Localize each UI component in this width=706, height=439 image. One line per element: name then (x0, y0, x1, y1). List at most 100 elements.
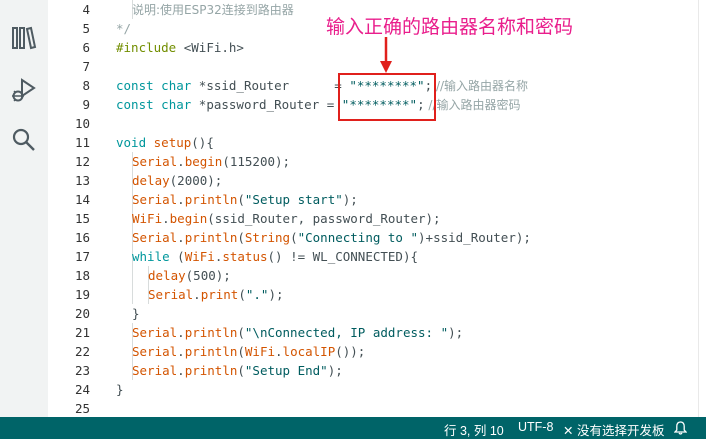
code-text: ( (238, 287, 246, 302)
line-number: 8 (82, 78, 90, 93)
line-number: 25 (74, 401, 90, 416)
code-line: WiFi.begin(ssid_Router, password_Router)… (132, 209, 441, 228)
code-text: ( (237, 325, 245, 340)
object-name: Serial (132, 363, 178, 378)
code-text: (2000); (169, 173, 223, 188)
string-literal: "." (245, 287, 269, 302)
code-line: } (132, 304, 140, 323)
line-number: 23 (74, 363, 90, 378)
code-line: Serial.print("."); (148, 285, 284, 304)
line-number: 5 (82, 21, 90, 36)
line-number: 13 (74, 173, 90, 188)
line-number: 12 (74, 154, 90, 169)
code-text: ( (237, 230, 245, 245)
function-name: println (184, 230, 238, 245)
code-line: delay(2000); (132, 171, 222, 190)
code-text: (115200); (222, 154, 291, 169)
function-name: println (184, 325, 238, 340)
code-text: ( (237, 344, 245, 359)
line-number: 15 (74, 211, 90, 226)
string-literal: "Connecting to " (297, 230, 419, 245)
code-text: } (132, 306, 140, 321)
code-text: () != WL_CONNECTED){ (267, 249, 419, 264)
code-text: . (177, 192, 185, 207)
code-line: Serial.println("Setup End"); (132, 361, 343, 380)
code-text: . (162, 211, 170, 226)
encoding-indicator[interactable]: UTF-8 (518, 420, 553, 434)
comment-text: */ (116, 21, 132, 36)
function-name: print (200, 287, 239, 302)
function-name: delay (132, 173, 170, 188)
code-text: . (177, 363, 185, 378)
code-text: } (116, 382, 124, 397)
string-literal: "Setup start" (244, 192, 343, 207)
code-text: ( (237, 192, 245, 207)
code-line: */ (116, 19, 131, 38)
board-selector[interactable]: ✕ 没有选择开发板 (563, 420, 664, 439)
search-icon[interactable] (10, 126, 38, 154)
cursor-position[interactable]: 行 3, 列 10 (444, 420, 504, 439)
line-number: 19 (74, 287, 90, 302)
code-text: (ssid_Router, password_Router); (207, 211, 441, 226)
code-line: Serial.println(String("Connecting to ")+… (132, 228, 531, 247)
comment-text: //输入路由器名称 (432, 79, 529, 93)
code-text: . (177, 230, 185, 245)
code-text: ); (448, 325, 464, 340)
code-text: ); (327, 363, 343, 378)
line-number: 24 (74, 382, 90, 397)
code-line: delay(500); (148, 266, 231, 285)
code-text: ); (342, 192, 358, 207)
line-number: 22 (74, 344, 90, 359)
code-line: #include <WiFi.h> (116, 38, 244, 57)
line-number: 7 (82, 59, 90, 74)
line-number: 14 (74, 192, 90, 207)
keyword: const (116, 97, 154, 112)
comment-text: //输入路由器密码 (424, 98, 521, 112)
object-name: Serial (132, 325, 178, 340)
keyword: while (132, 249, 170, 264)
function-name: begin (169, 211, 208, 226)
activity-bar (0, 0, 48, 417)
comment-text: 说明:使用ESP32连接到路由器 (132, 3, 294, 17)
function-name: println (184, 344, 238, 359)
keyword: char (161, 78, 192, 93)
code-text: (500); (185, 268, 231, 283)
line-number: 9 (82, 97, 90, 112)
code-line: Serial.println("\nConnected, IP address:… (132, 323, 463, 342)
keyword: const (116, 78, 154, 93)
line-number: 11 (74, 135, 90, 150)
object-name: Serial (132, 154, 178, 169)
function-name: println (184, 192, 238, 207)
code-text: ); (268, 287, 284, 302)
code-line: void setup(){ (116, 133, 214, 152)
code-text: ( (290, 230, 298, 245)
code-line: 说明:使用ESP32连接到路由器 (132, 0, 294, 20)
keyword: char (161, 97, 192, 112)
highlight-box (338, 73, 436, 121)
object-name: Serial (132, 230, 178, 245)
status-bar: 行 3, 列 10 UTF-8 ✕ 没有选择开发板 (0, 417, 706, 439)
code-text: . (177, 325, 185, 340)
code-line: while (WiFi.status() != WL_CONNECTED){ (132, 247, 418, 266)
object-name: WiFi (132, 211, 163, 226)
line-number: 21 (74, 325, 90, 340)
annotation-label: 输入正确的路由器名称和密码 (326, 17, 574, 38)
line-number: 6 (82, 40, 90, 55)
code-editor[interactable]: 说明:使用ESP32连接到路由器 */ #include <WiFi.h> co… (100, 0, 698, 417)
vertical-scrollbar[interactable] (698, 0, 706, 417)
library-icon[interactable] (10, 24, 38, 52)
bell-icon[interactable] (674, 421, 687, 435)
line-number: 4 (82, 2, 90, 17)
line-number: 16 (74, 230, 90, 245)
code-text: . (177, 344, 185, 359)
function-name: delay (148, 268, 186, 283)
object-name: WiFi (244, 344, 276, 359)
line-number: 20 (74, 306, 90, 321)
code-text: . (177, 154, 185, 169)
function-name: String (244, 230, 291, 245)
keyword: void (116, 135, 147, 150)
annotation-arrow-icon (380, 37, 392, 73)
code-text: ( (169, 249, 185, 264)
debug-icon[interactable] (10, 77, 38, 105)
line-number: 17 (74, 249, 90, 264)
